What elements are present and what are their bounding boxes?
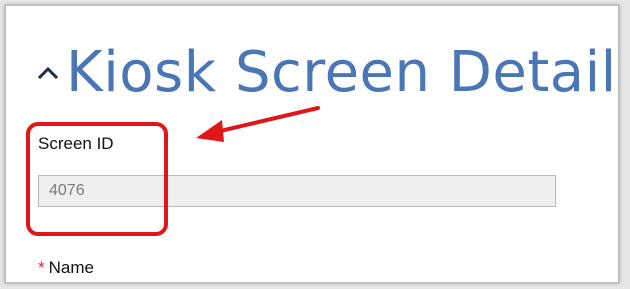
details-panel: Kiosk Screen Details Screen ID *Name (6, 6, 618, 282)
arrow-left-icon (196, 106, 320, 142)
name-label-text: Name (48, 258, 94, 277)
section-header[interactable]: Kiosk Screen Details (34, 36, 618, 108)
chevron-up-icon[interactable] (34, 52, 62, 92)
section-title: Kiosk Screen Details (66, 39, 618, 105)
screen-id-field[interactable] (38, 175, 556, 207)
required-marker: * (38, 258, 45, 277)
name-label: * Name (38, 258, 94, 278)
screen-id-label: Screen ID (38, 134, 114, 153)
